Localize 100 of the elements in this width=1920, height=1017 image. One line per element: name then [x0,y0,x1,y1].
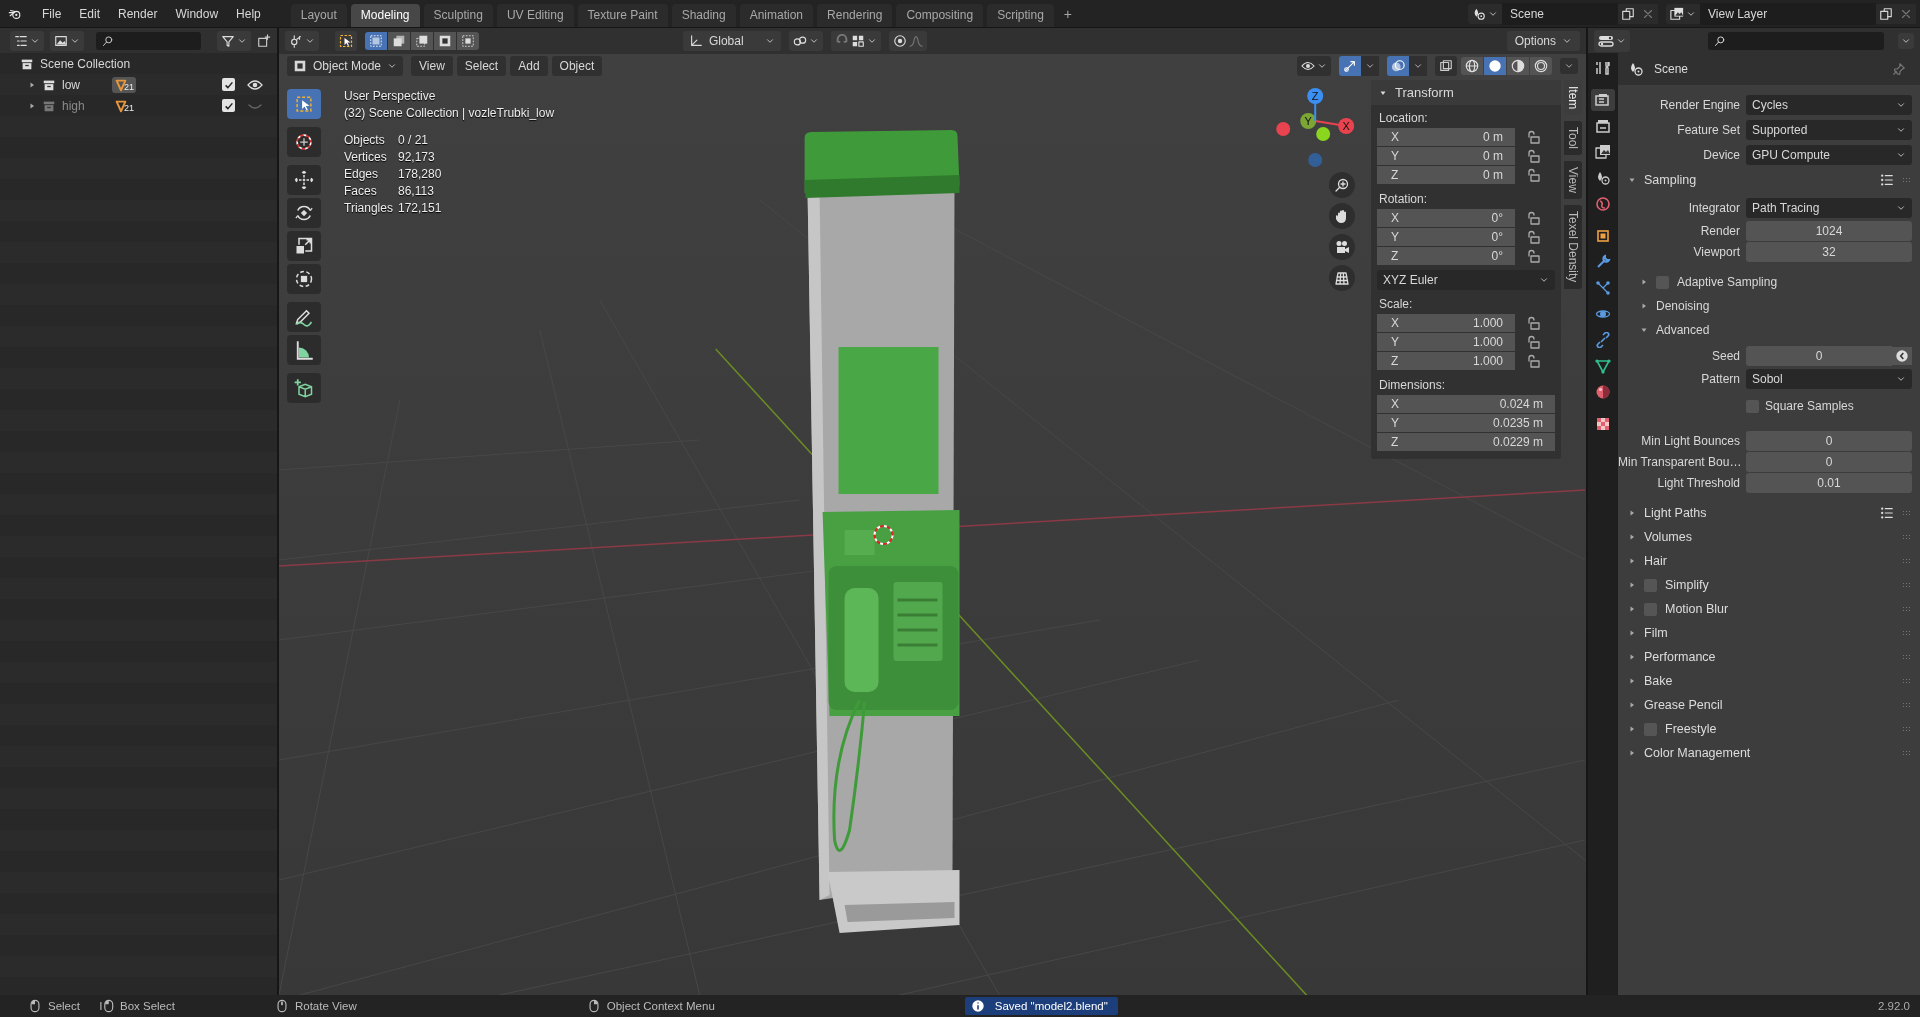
number-field[interactable]: Y 0.0235 m [1377,414,1555,432]
editor-type-button[interactable] [10,30,44,51]
search-field[interactable] [96,31,201,50]
proportional-edit-button[interactable] [888,31,927,51]
number-field[interactable]: 0 [1746,431,1912,451]
collection-name[interactable]: high [62,98,106,113]
workspace-tab[interactable]: Compositing [896,4,984,27]
animate-seed-button[interactable] [1892,347,1912,365]
active-tool-button[interactable] [335,31,357,51]
expand-icon[interactable] [1628,701,1636,709]
search-field[interactable] [1708,31,1884,50]
checkbox[interactable] [222,99,235,112]
expand-icon[interactable] [28,80,36,89]
expand-icon[interactable] [1628,176,1636,184]
number-field[interactable]: 0 [1746,346,1892,366]
new-collection-icon[interactable] [257,33,271,48]
tool-button[interactable] [287,231,321,261]
workspace-tab[interactable]: Scripting [987,4,1054,27]
snap-button[interactable] [830,31,881,51]
lock-icon[interactable] [1525,229,1541,245]
expand-icon[interactable] [1628,677,1636,685]
number-field[interactable]: Y 1.000 [1377,333,1515,351]
checkbox[interactable] [1644,722,1657,736]
panel-title[interactable]: Transform [1395,85,1454,100]
sidebar-tab[interactable]: View [1564,161,1582,200]
menu-item[interactable]: Select [456,56,507,76]
panel-title[interactable]: Motion Blur [1665,602,1729,616]
rotation-mode-dropdown[interactable]: XYZ Euler [1377,270,1555,290]
menu-item[interactable]: View [411,56,453,76]
workspace-tab[interactable]: Rendering [817,4,893,27]
sidebar-tab[interactable]: Texel Density [1564,205,1582,289]
number-field[interactable]: X 0 m [1377,128,1515,146]
mesh-count-badge[interactable]: 21 [112,76,136,93]
menu-item[interactable]: Render [110,3,166,24]
dropdown[interactable]: Supported [1746,120,1912,140]
axis-handle[interactable]: X [1314,118,1355,134]
orientation-dropdown[interactable]: Global [682,31,781,51]
copy-icon[interactable] [1876,3,1896,24]
camera-button[interactable] [1329,234,1355,260]
visibility-button[interactable] [1297,56,1331,76]
checkbox[interactable] [1644,578,1657,592]
close-icon[interactable] [1638,3,1658,24]
menu-item[interactable]: Edit [71,3,109,24]
panel-title[interactable]: Hair [1644,554,1667,568]
pin-icon[interactable] [1892,62,1906,76]
checkbox[interactable] [1656,275,1669,289]
expand-icon[interactable] [1640,278,1648,286]
workspace-tab[interactable]: UV Editing [496,4,574,27]
pivot-point-button[interactable] [788,31,823,51]
add-workspace-button[interactable]: + [1057,3,1078,27]
expand-icon[interactable] [1628,533,1636,541]
panel-title[interactable]: Performance [1644,650,1716,664]
number-field[interactable]: 32 [1746,242,1912,262]
lock-icon[interactable] [1525,167,1541,183]
panel-title[interactable]: Light Paths [1644,506,1707,520]
menu-item[interactable]: Help [228,3,269,24]
tool-button[interactable] [287,302,321,332]
number-field[interactable]: Z 1.000 [1377,352,1515,370]
shading-button[interactable] [1484,57,1506,75]
expand-icon[interactable] [1640,326,1648,334]
view-layer-browse-button[interactable] [1666,3,1700,24]
checkbox-label[interactable]: Square Samples [1765,399,1854,413]
collection-name[interactable]: Scene Collection [40,56,131,71]
presets-icon[interactable] [1880,173,1894,187]
panel-title[interactable]: Film [1644,626,1668,640]
dropdown[interactable]: Sobol [1746,369,1912,389]
workspace-tab[interactable]: Layout [290,4,347,27]
checkbox[interactable] [1746,399,1759,413]
number-field[interactable]: 0.01 [1746,473,1912,493]
tool-button[interactable] [287,127,321,157]
panel-title[interactable]: Color Management [1644,746,1751,760]
tool-button[interactable] [287,165,321,195]
status-message[interactable]: Saved "model2.blend" [964,997,1118,1015]
shading-button[interactable] [1461,57,1483,75]
overlay-toggle[interactable] [1387,56,1409,76]
lock-icon[interactable] [1525,248,1541,264]
lock-icon[interactable] [1525,129,1541,145]
workspace-tab[interactable]: Shading [671,4,736,27]
perspective-button[interactable] [1329,265,1355,291]
axis-handle[interactable]: Y [1300,113,1317,129]
expand-icon[interactable] [1628,629,1636,637]
scene-browse-button[interactable] [1468,3,1502,24]
filter-button[interactable] [217,30,251,51]
tool-button[interactable] [287,373,321,403]
zoom-button[interactable] [1329,172,1355,198]
menu-item[interactable]: Object [551,56,603,76]
number-field[interactable]: Y 0 m [1377,147,1515,165]
number-field[interactable]: Z 0.0229 m [1377,433,1555,451]
mode-dropdown[interactable]: Object Mode [287,56,404,76]
number-field[interactable]: Y 0° [1377,228,1515,246]
expand-icon[interactable] [1628,581,1636,589]
lock-icon[interactable] [1525,315,1541,331]
axis-handle[interactable] [1316,127,1331,141]
lock-icon[interactable] [1525,334,1541,350]
panel-title[interactable]: Simplify [1665,578,1709,592]
collection-name[interactable]: low [62,77,106,92]
close-icon[interactable] [1896,3,1916,24]
expand-icon[interactable] [1628,725,1636,733]
panel-title[interactable]: Adaptive Sampling [1677,275,1778,289]
number-field[interactable]: Z 0° [1377,247,1515,265]
